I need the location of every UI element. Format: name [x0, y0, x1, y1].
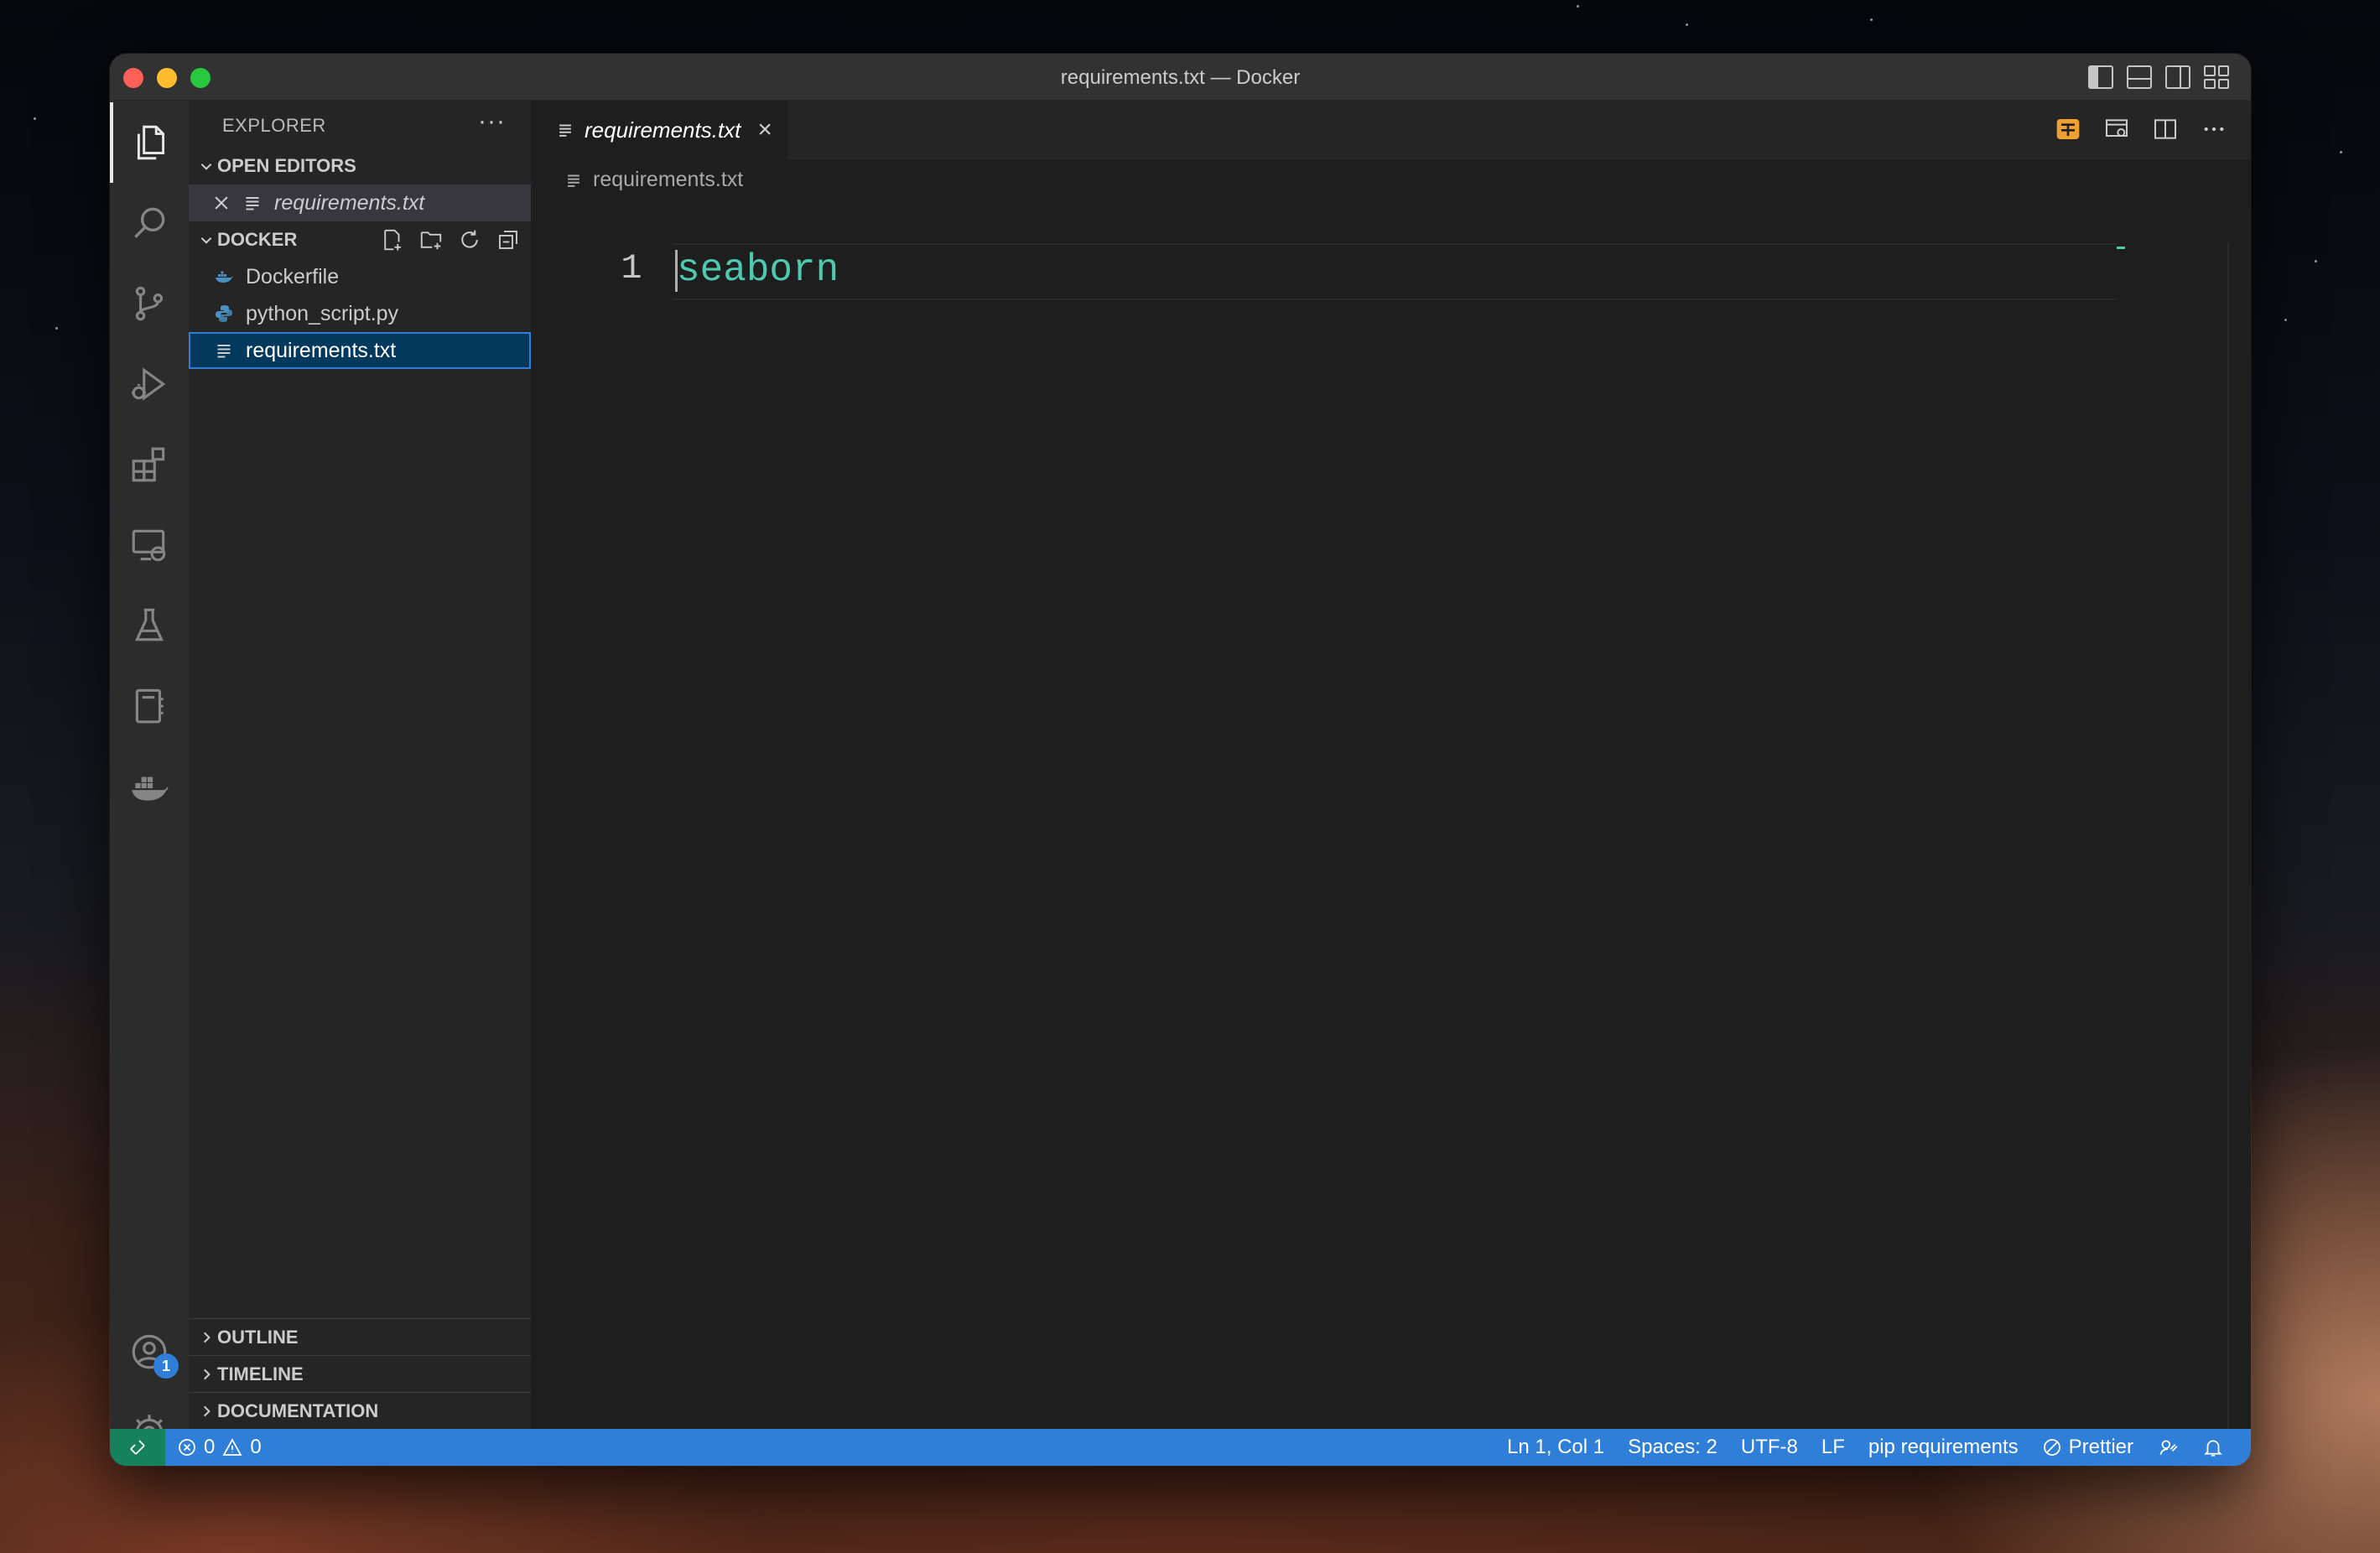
explorer-header: EXPLORER ··· — [189, 101, 531, 148]
explorer-sidebar: EXPLORER ··· OPEN EDITORS requirements.t… — [189, 101, 531, 1429]
remote-explorer-icon[interactable] — [110, 505, 189, 585]
documentation-label: DOCUMENTATION — [217, 1400, 379, 1421]
chevron-right-icon — [189, 1367, 217, 1382]
accounts-icon[interactable]: 1 — [110, 1311, 189, 1392]
warning-icon — [222, 1438, 242, 1456]
toggle-panel-icon[interactable] — [2127, 65, 2152, 89]
notebook-icon[interactable] — [110, 666, 189, 746]
remote-indicator-icon[interactable] — [110, 1429, 165, 1466]
vscode-window: requirements.txt — Docker 1 EXPLORER ···… — [110, 54, 2251, 1466]
file-item-python-script[interactable]: python_script.py — [189, 295, 531, 332]
file-label: Dockerfile — [246, 264, 340, 288]
more-actions-button[interactable]: ··· — [478, 107, 506, 136]
testing-icon[interactable] — [110, 585, 189, 666]
language-mode[interactable]: pip requirements — [1857, 1436, 2030, 1459]
file-label: python_script.py — [246, 301, 399, 325]
editor-actions — [2055, 116, 2227, 143]
explorer-title: EXPLORER — [222, 115, 326, 136]
bottom-sections: OUTLINE TIMELINE DOCUMENTATION — [189, 1318, 531, 1429]
line-number: 1 — [621, 248, 642, 288]
open-editors-section-header[interactable]: OPEN EDITORS — [189, 148, 531, 184]
split-editor-icon[interactable] — [2152, 116, 2179, 143]
explorer-icon[interactable] — [110, 102, 189, 183]
python-file-icon — [214, 304, 234, 324]
documentation-section-header[interactable]: DOCUMENTATION — [189, 1392, 531, 1429]
status-bar: 0 0 Ln 1, Col 1 Spaces: 2 UTF-8 LF pip r… — [110, 1429, 2251, 1466]
new-file-icon[interactable] — [380, 227, 405, 252]
text-file-icon — [556, 121, 574, 139]
error-count: 0 — [204, 1436, 216, 1458]
end-of-line[interactable]: LF — [1810, 1436, 1857, 1459]
text-file-icon — [214, 340, 234, 361]
vertical-scrollbar[interactable] — [2227, 243, 2229, 1429]
outline-section-header[interactable]: OUTLINE — [189, 1318, 531, 1355]
docker-folder-label: DOCKER — [217, 229, 298, 250]
close-tab-icon[interactable]: × — [757, 116, 772, 144]
docker-icon[interactable] — [110, 746, 189, 827]
file-label: requirements.txt — [246, 338, 397, 362]
tab-bar: requirements.txt × — [531, 101, 2251, 159]
status-right: Ln 1, Col 1 Spaces: 2 UTF-8 LF pip requi… — [1495, 1436, 2251, 1459]
docker-folder-header[interactable]: DOCKER — [189, 221, 531, 258]
encoding[interactable]: UTF-8 — [1729, 1436, 1810, 1459]
warning-count: 0 — [250, 1436, 262, 1458]
search-icon[interactable] — [110, 183, 189, 263]
chevron-right-icon — [189, 1404, 217, 1419]
toggle-primary-sidebar-icon[interactable] — [2088, 65, 2113, 89]
cursor-position[interactable]: Ln 1, Col 1 — [1495, 1436, 1616, 1459]
docker-file-icon — [214, 267, 234, 287]
breadcrumb-label: requirements.txt — [593, 168, 744, 191]
prettier-label: Prettier — [2068, 1436, 2133, 1458]
toggle-secondary-sidebar-icon[interactable] — [2165, 65, 2190, 89]
current-line-highlight — [673, 243, 2117, 300]
breadcrumb[interactable]: requirements.txt — [564, 168, 743, 192]
refresh-icon[interactable] — [457, 227, 482, 252]
layout-controls — [2088, 65, 2229, 89]
error-icon — [179, 1439, 195, 1456]
feedback-icon[interactable] — [2145, 1436, 2190, 1458]
code-line[interactable]: 1 seaborn — [531, 243, 2251, 300]
tab-requirements[interactable]: requirements.txt × — [531, 101, 787, 159]
collapse-all-icon[interactable] — [496, 227, 521, 252]
chevron-down-icon — [189, 232, 217, 247]
indentation[interactable]: Spaces: 2 — [1616, 1436, 1729, 1459]
more-actions-icon[interactable] — [2201, 116, 2227, 143]
customize-layout-icon[interactable] — [2204, 65, 2229, 89]
editor-area: requirements.txt × requirements.txt 1 se… — [531, 101, 2251, 1429]
window-title: requirements.txt — Docker — [1060, 66, 1301, 89]
timeline-section-header[interactable]: TIMELINE — [189, 1355, 531, 1392]
file-item-requirements[interactable]: requirements.txt — [189, 332, 531, 369]
extensions-icon[interactable] — [110, 424, 189, 505]
code-text[interactable]: seaborn — [677, 248, 839, 292]
folder-actions — [380, 227, 521, 252]
minimap-marker — [2117, 247, 2125, 249]
outline-label: OUTLINE — [217, 1326, 299, 1348]
open-editors-label: OPEN EDITORS — [217, 155, 356, 176]
chevron-down-icon — [189, 158, 217, 174]
file-item-dockerfile[interactable]: Dockerfile — [189, 258, 531, 295]
open-preview-icon[interactable] — [2103, 116, 2130, 143]
text-file-icon — [568, 174, 579, 187]
text-file-icon — [242, 193, 262, 213]
open-editor-label: requirements.txt — [274, 190, 425, 215]
tab-label: requirements.txt — [585, 117, 741, 143]
new-folder-icon[interactable] — [418, 227, 444, 252]
prohibited-icon — [2043, 1439, 2060, 1456]
run-debug-icon[interactable] — [110, 344, 189, 424]
accounts-badge: 1 — [153, 1353, 179, 1379]
activity-bar: 1 — [110, 101, 189, 1450]
open-editor-item[interactable]: requirements.txt — [189, 184, 531, 221]
preview-icon[interactable] — [2055, 116, 2081, 143]
prettier-status[interactable]: Prettier — [2030, 1436, 2145, 1459]
chevron-right-icon — [189, 1330, 217, 1345]
close-editor-icon[interactable] — [189, 194, 231, 212]
timeline-label: TIMELINE — [217, 1363, 304, 1384]
problems-status[interactable]: 0 0 — [165, 1436, 273, 1459]
notifications-bell-icon[interactable] — [2190, 1436, 2236, 1458]
source-control-icon[interactable] — [110, 263, 189, 344]
title-bar: requirements.txt — Docker — [110, 54, 2251, 101]
